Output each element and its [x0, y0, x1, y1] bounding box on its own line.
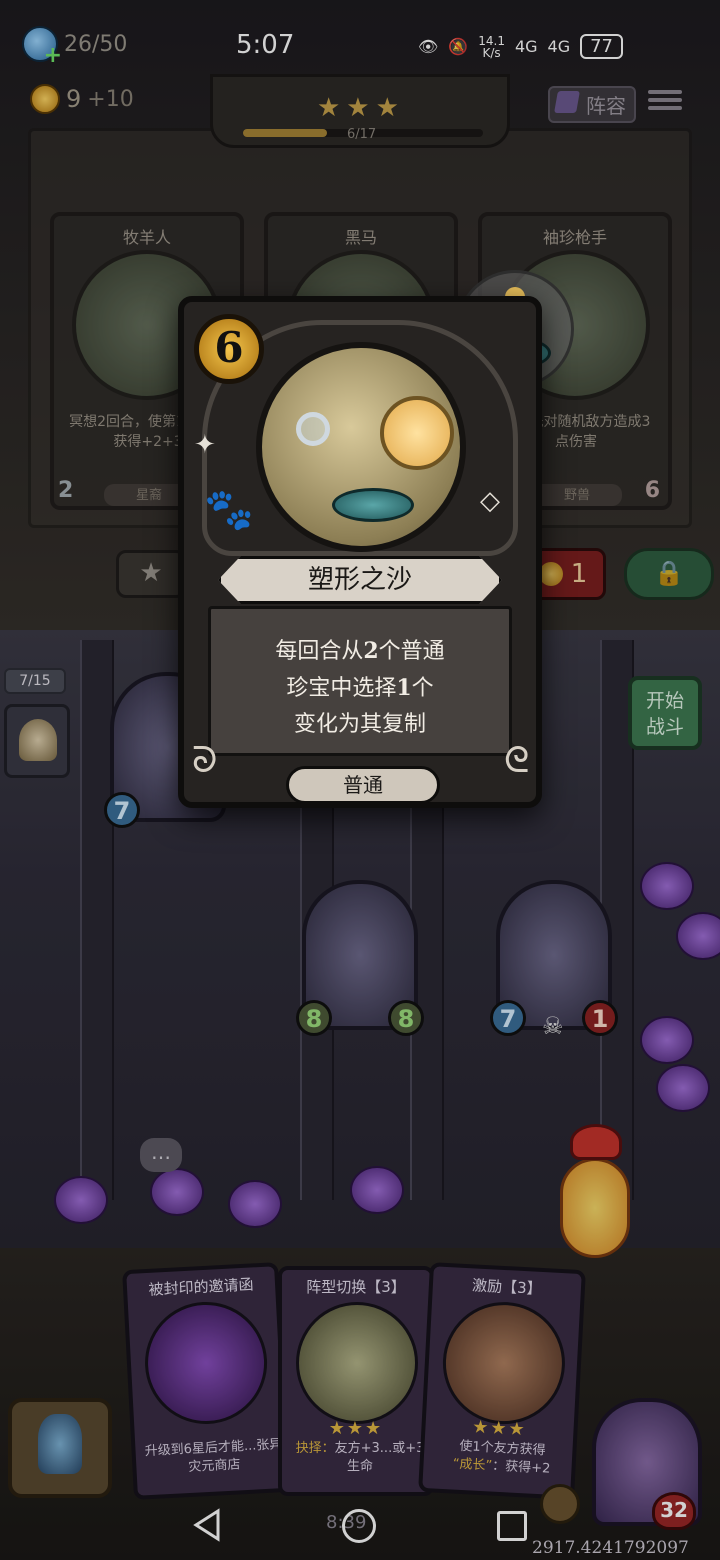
gold-counter: 9 +10 [30, 84, 134, 114]
mute-icon: 🔕 [448, 37, 469, 56]
card-health: 6 [644, 478, 660, 503]
rarity-badge: 普通 [286, 766, 440, 804]
unit-health: 8 [388, 1000, 424, 1036]
tier-progress-fill [243, 129, 327, 137]
sparkle-icon: ✦ [194, 430, 216, 460]
card-name: 黑马 [344, 228, 377, 247]
tier-stars: ★★★ [317, 93, 405, 123]
hand-card-formation-switch[interactable]: 阵型切换【3】 ★★★ 抉择：友方+3...或+3生命 [278, 1266, 434, 1496]
relic-description: 每回合从2个普通 珍宝中选择1个 变化为其复制 [208, 606, 512, 756]
cost-badge: 6 [194, 314, 264, 384]
rose-decoration [656, 1064, 710, 1112]
rose-decoration [640, 862, 694, 910]
menu-icon[interactable] [648, 86, 682, 116]
gold-coin-icon [30, 84, 60, 114]
card-tribe: 野兽 [532, 484, 622, 506]
board-unit-counter: 7/15 [4, 668, 66, 694]
relic-detail-card[interactable]: 6 🐾 ✦ ◇ 塑形之沙 每回合从2个普通 珍宝中选择1个 变化为其复制 ᘐ ᘓ… [178, 296, 542, 808]
hand-card-stars: ★★★ [328, 1418, 384, 1439]
signal-icon: 4G [514, 37, 538, 56]
home-icon[interactable] [342, 1509, 376, 1543]
relic-slot[interactable] [4, 704, 70, 778]
card-attack: 2 [58, 478, 74, 503]
swirl-ornament-icon: ᘓ [504, 740, 530, 781]
hammer-warrior-art [439, 1298, 569, 1428]
unit-attack: 7 [104, 792, 140, 828]
star-arrow-icon: ★ [139, 558, 163, 588]
start-battle-button[interactable]: 开始 战斗 [628, 676, 702, 750]
crystal-icon: ◇ [480, 486, 500, 516]
rose-decoration [350, 1166, 404, 1214]
hand-card-inspire[interactable]: 激励【3】 ★★★ 使1个友方获得 “成长”：获得+2 [418, 1262, 586, 1500]
shovel-icon[interactable] [540, 1484, 580, 1524]
recents-icon[interactable] [497, 1511, 527, 1541]
status-time: 5:07 [236, 30, 295, 60]
chat-icon[interactable]: … [140, 1138, 182, 1172]
lock-icon: 🔒 [654, 559, 684, 587]
magnifier-icon [296, 412, 330, 446]
gold-coin-icon [538, 562, 563, 586]
shaping-sand-art [256, 342, 466, 552]
unit-health: 1 [582, 1000, 618, 1036]
battery-indicator: 77 [580, 34, 624, 59]
unit-attack: 8 [296, 1000, 332, 1036]
unit-attack: 7 [490, 1000, 526, 1036]
hand-card-desc: 抉择：友方+3...或+3生命 [295, 1441, 425, 1474]
signal-icon: 4G [547, 37, 571, 56]
hand-card-desc: 使1个友方获得 “成长”：获得+2 [452, 1438, 551, 1477]
hand-card-title: 阵型切换【3】 [306, 1278, 406, 1296]
swirl-ornament-icon: ᘐ [192, 740, 218, 781]
rose-decoration [54, 1176, 108, 1224]
skull-icon: ☠ [542, 1012, 564, 1040]
hand-card-title: 激励【3】 [471, 1276, 543, 1298]
status-icons: 👁 🔕 14.1 K/s 4G 4G 77 [418, 33, 624, 60]
relic-name: 塑形之沙 [218, 556, 502, 604]
snake-mascot [540, 1118, 660, 1268]
player-uid: 2917.4241792097 [532, 1538, 689, 1558]
paw-icon: 🐾 [204, 487, 254, 533]
hourglass-icon [380, 396, 454, 470]
gold-bonus: +10 [87, 86, 134, 112]
treasure-chest-icon[interactable] [8, 1398, 112, 1498]
board-unit[interactable]: 7 1 ☠ [490, 880, 618, 1040]
eye-icon: 👁 [418, 37, 439, 56]
energy-value: 26/50 [64, 31, 128, 57]
lineup-button[interactable]: 阵容 [548, 86, 636, 123]
board-unit[interactable]: 8 8 [296, 880, 424, 1036]
refresh-cost: 1 [570, 559, 588, 589]
hand-card-sealed-invitation[interactable]: 被封印的邀请函 升级到6星后才能...张异灾元商店 [122, 1262, 290, 1500]
card-name: 牧羊人 [122, 228, 171, 247]
rose-decoration [150, 1168, 204, 1216]
network-speed: 14.1 K/s [478, 33, 505, 60]
lock-shop-button[interactable]: 🔒 [624, 548, 714, 600]
gold-value: 9 [66, 85, 82, 113]
hand-card-desc: 升级到6星后才能...张异灾元商店 [144, 1437, 283, 1476]
envelope-icon [141, 1298, 271, 1428]
rose-decoration [640, 1016, 694, 1064]
tier-progress-text: 6/17 [347, 127, 377, 142]
tier-banner: ★★★ 6/17 [210, 74, 510, 148]
hero-health: 32 [652, 1492, 696, 1530]
formation-art [296, 1302, 418, 1424]
potion-icon [22, 26, 62, 68]
energy-counter[interactable]: 26/50 [22, 26, 128, 68]
back-icon[interactable] [190, 1508, 224, 1542]
hand-card-title: 被封印的邀请函 [148, 1275, 254, 1299]
upgrade-tier-button[interactable]: ★ [116, 550, 186, 598]
card-name: 袖珍枪手 [542, 228, 607, 247]
board-pillar [80, 640, 114, 1200]
rose-decoration [228, 1180, 282, 1228]
